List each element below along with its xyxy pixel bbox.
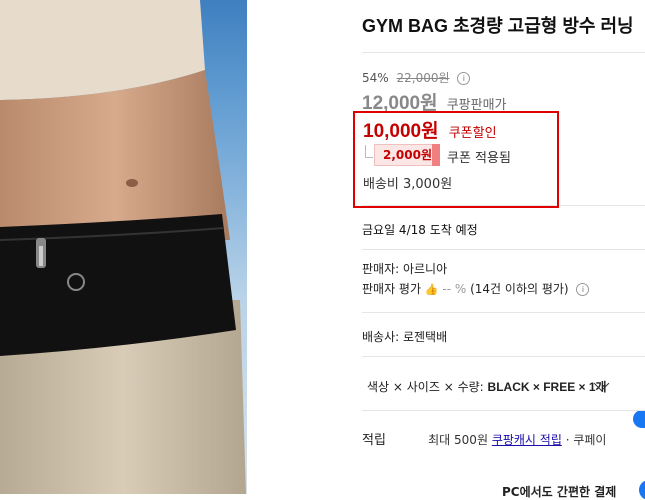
- seller-rating-label: 판매자 평가: [362, 282, 422, 296]
- coupon-price: 10,000원: [363, 121, 439, 142]
- delivery-estimate: 금요일 4/18 도착 예정: [362, 223, 478, 237]
- coupon-price-row: 10,000원 쿠폰할인: [363, 116, 497, 143]
- divider: [362, 249, 645, 250]
- original-price: 22,000원: [396, 71, 450, 85]
- divider: [362, 356, 645, 357]
- carrier-info: 배송사: 로젠택배: [362, 330, 448, 344]
- option-selector[interactable]: 색상 × 사이즈 × 수량: BLACK × FREE × 1개: [367, 378, 607, 395]
- pc-pay-text: PC에서도 간편한 결제: [502, 485, 617, 499]
- product-title: GYM BAG 초경량 고급형 방수 러닝: [362, 16, 634, 36]
- points-suffix: · 쿠페이: [565, 433, 607, 447]
- side-widget-icon[interactable]: [633, 410, 645, 428]
- product-photo-graphic: [0, 0, 246, 494]
- points-label: 적립: [362, 433, 386, 448]
- divider: [362, 52, 645, 53]
- option-value: BLACK × FREE × 1개: [487, 380, 607, 394]
- discount-row: 54% 22,000원 i: [362, 69, 471, 86]
- coupon-badge-tab: [432, 144, 440, 166]
- seller-rating-value: -- %: [442, 282, 467, 296]
- discount-rate: 54%: [362, 71, 389, 85]
- points-max: 최대 500원: [428, 433, 488, 447]
- product-info: GYM BAG 초경량 고급형 방수 러닝 54% 22,000원 i 12,0…: [362, 0, 645, 500]
- info-icon[interactable]: i: [457, 72, 471, 85]
- coupon-applied-text: 쿠폰 적용됨: [447, 151, 511, 166]
- info-icon[interactable]: i: [576, 283, 590, 296]
- points-row: 적립 최대 500원 쿠팡캐시 적립 · 쿠페이: [362, 429, 606, 448]
- branch-line: [365, 145, 373, 158]
- coupon-label: 쿠폰할인: [448, 126, 497, 141]
- seller-name[interactable]: 판매자: 아르니아: [362, 260, 447, 277]
- option-label: 색상 × 사이즈 × 수량:: [367, 380, 484, 394]
- divider: [362, 312, 645, 313]
- thumbs-up-icon: 👍: [424, 283, 439, 296]
- coupon-highlight-box: 10,000원 쿠폰할인 2,000원 쿠폰 적용됨 배송비 3,000원: [353, 111, 559, 208]
- product-image[interactable]: [0, 0, 247, 494]
- shipping-fee: 배송비 3,000원: [363, 177, 453, 192]
- coupon-badge[interactable]: 2,000원: [374, 144, 439, 166]
- pay-icon[interactable]: [639, 480, 645, 500]
- divider: [362, 410, 645, 411]
- seller-rating-count: (14건 이하의 평가): [470, 282, 569, 296]
- seller-rating-row: 판매자 평가 👍 -- % (14건 이하의 평가) i: [362, 280, 590, 297]
- coupang-cash-link[interactable]: 쿠팡캐시 적립: [492, 433, 562, 447]
